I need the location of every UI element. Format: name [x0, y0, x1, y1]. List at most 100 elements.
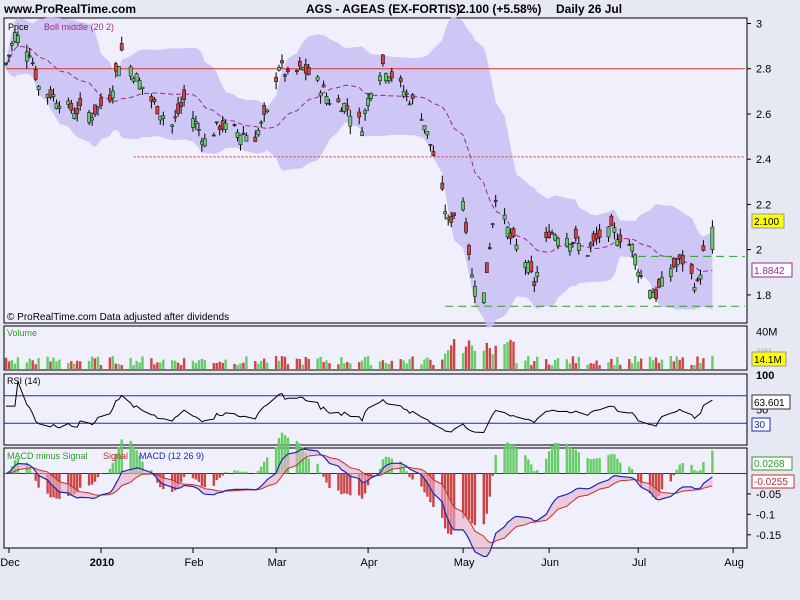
candle-body-77	[321, 84, 326, 88]
candle-body-141	[588, 242, 593, 247]
volume-bar-74	[307, 358, 310, 369]
volume-bar-61	[257, 363, 260, 369]
volume-bar-107	[447, 350, 450, 369]
macd-hist-bar-63	[263, 461, 266, 474]
candle-body-86	[360, 131, 364, 136]
candle-body-144	[597, 229, 602, 238]
volume-bar-65	[274, 356, 278, 369]
volume-bar-51	[215, 363, 218, 369]
candle-body-29	[119, 43, 124, 51]
candle-body-128	[532, 281, 537, 286]
volume-bar-64	[266, 362, 269, 369]
volume-bar-85	[358, 362, 361, 369]
candle-body-154	[639, 275, 643, 277]
volume-bar-152	[634, 356, 637, 369]
candle-body-55	[232, 123, 237, 126]
volume-bar-12	[52, 357, 55, 369]
volume-bar-4	[16, 357, 20, 369]
volume-bar-135	[565, 359, 569, 369]
volume-bar-158	[657, 362, 661, 369]
candle-body-20	[87, 112, 91, 123]
candle-body-36	[152, 98, 157, 103]
stock-chart[interactable]: 32.82.62.42.221.840M20M10050-0.05-0.1-0.…	[0, 0, 800, 600]
macd-hist-bar-151	[631, 468, 634, 474]
volume-bar-155	[648, 356, 652, 369]
volume-bar-33	[138, 362, 141, 369]
volume-bar-150	[628, 359, 631, 369]
candle-body-6	[27, 55, 32, 58]
macd-hist-bar-20	[87, 473, 91, 486]
volume-bar-31	[132, 365, 135, 369]
volume-bar-161	[672, 361, 675, 369]
candle-body-23	[96, 106, 100, 109]
volume-bar-17	[73, 363, 76, 369]
volume-bar-69	[286, 364, 290, 369]
volume-bar-16	[70, 361, 73, 369]
candle-body-132	[550, 232, 554, 235]
candle-body-87	[363, 110, 367, 114]
volume-bar-110	[461, 353, 465, 369]
macd-hist-bar-123	[512, 444, 515, 474]
macd-hist-bar-22	[93, 473, 97, 482]
rsi-panel-title: RSI (14)	[7, 376, 41, 386]
macd-hist-bar-129	[536, 470, 539, 474]
volume-bar-143	[595, 360, 598, 369]
volume-bar-87	[363, 356, 367, 369]
candle-body-72	[300, 67, 305, 70]
macd-hist-bar-143	[595, 458, 598, 474]
candle-body-78	[324, 96, 329, 104]
volume-bar-67	[280, 356, 284, 369]
volume-bar-76	[319, 356, 322, 369]
candle-body-83	[345, 105, 350, 110]
candle-body-135	[565, 237, 569, 247]
macd-hist-bar-122	[509, 444, 512, 474]
boll-middle-label: 1.8842	[754, 266, 785, 277]
candle-body-46	[194, 121, 198, 125]
volume-bar-140	[586, 364, 589, 369]
macd-hist-bar-137	[571, 449, 575, 474]
candle-body-58	[241, 132, 246, 135]
candle-body-164	[680, 254, 685, 265]
volume-bar-75	[316, 358, 319, 369]
volume-bar-99	[411, 356, 414, 369]
boll-middle-legend: Boll middle (20 2)	[44, 22, 114, 32]
macd-hist-bar-139	[577, 452, 580, 474]
macd-hist-label: 0.0268	[754, 459, 785, 470]
candle-body-137	[571, 242, 575, 244]
volume-bar-131	[547, 364, 551, 369]
volume-bar-147	[613, 365, 616, 369]
volume-bar-133	[553, 359, 557, 369]
volume-bar-58	[242, 362, 245, 369]
candle-body-91	[381, 54, 385, 65]
macd-hist-bar-24	[99, 473, 103, 474]
volume-bar-24	[99, 365, 103, 369]
volume-bar-72	[301, 364, 304, 369]
macd-hist-bar-135	[565, 443, 569, 474]
volume-bar-104	[432, 365, 435, 369]
macd-hist-bar-159	[660, 473, 664, 490]
volume-bar-48	[200, 359, 204, 369]
volume-bar-84	[349, 363, 352, 369]
candle-body-35	[149, 95, 154, 102]
candle-body-69	[286, 69, 290, 72]
macd-hist-bar-170	[711, 450, 714, 474]
volume-bar-154	[639, 358, 643, 369]
rsi-panel[interactable]	[3, 373, 748, 446]
macd-hist-bar-117	[488, 473, 491, 497]
candle-body-136	[568, 243, 572, 252]
candle-body-50	[211, 134, 216, 137]
candle-body-109	[452, 212, 456, 216]
candle-body-96	[401, 90, 406, 97]
volume-bar-73	[304, 357, 307, 369]
candle-body-37	[155, 106, 160, 115]
macd-hist-bar-19	[79, 473, 82, 488]
macd-hist-bar-55	[233, 470, 236, 474]
candle-body-151	[630, 243, 635, 252]
candle-body-157	[654, 289, 658, 299]
volume-bar-103	[429, 359, 432, 369]
macd-hist-bar-57	[239, 471, 242, 474]
macd-hist-bar-136	[568, 446, 572, 474]
candle-body-104	[431, 151, 436, 156]
price-y-tick-label-3: 2.4	[756, 154, 771, 166]
candle-body-57	[238, 134, 243, 145]
